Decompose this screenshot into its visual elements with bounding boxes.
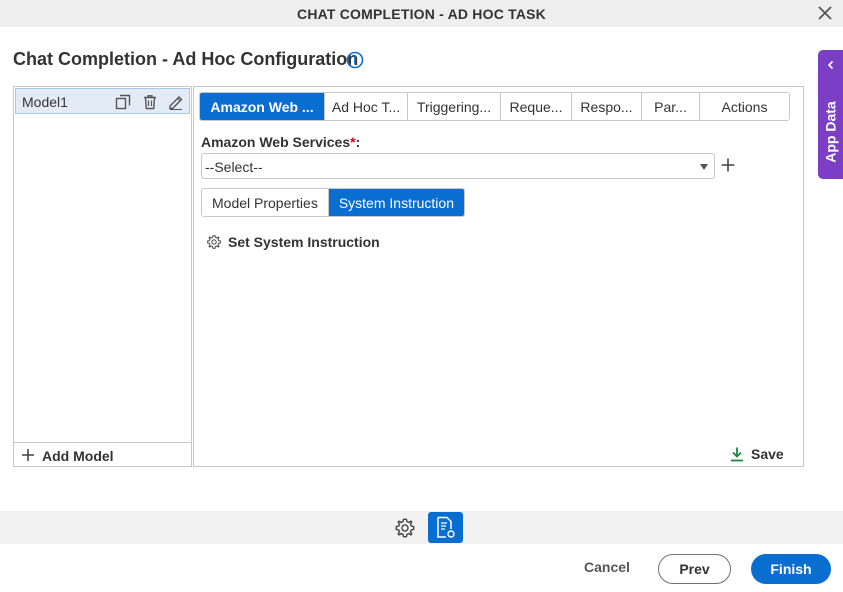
- aws-field-label: Amazon Web Services*:: [201, 134, 360, 150]
- subtab-model-properties[interactable]: Model Properties: [202, 189, 329, 216]
- download-icon: [731, 447, 743, 462]
- app-data-label: App Data: [823, 101, 840, 163]
- model-list-item[interactable]: Model1: [15, 88, 190, 114]
- form-settings-button[interactable]: [428, 512, 463, 543]
- window-title: CHAT COMPLETION - AD HOC TASK: [297, 5, 546, 22]
- save-button[interactable]: Save: [729, 445, 784, 463]
- cancel-button[interactable]: Cancel: [584, 559, 630, 575]
- aws-label-text: Amazon Web Services: [201, 134, 351, 150]
- chevron-left-icon: [827, 60, 834, 70]
- tab-ad-hoc-task[interactable]: Ad Hoc T...: [325, 93, 408, 120]
- configuration-panel: Amazon Web ... Ad Hoc T... Triggering...…: [193, 86, 804, 467]
- tab-request[interactable]: Reque...: [501, 93, 572, 120]
- prev-button[interactable]: Prev: [658, 554, 731, 584]
- add-model-label: Add Model: [42, 448, 114, 464]
- tab-actions[interactable]: Actions: [700, 93, 789, 120]
- edit-icon[interactable]: [167, 93, 185, 111]
- window-titlebar: CHAT COMPLETION - AD HOC TASK: [0, 0, 843, 27]
- footer-toolbar: [0, 511, 843, 544]
- model-list-panel: Model1 Add Model: [13, 86, 192, 467]
- save-label: Save: [751, 446, 784, 462]
- delete-icon[interactable]: [141, 93, 159, 111]
- dropdown-arrow-icon: [700, 164, 708, 170]
- close-icon[interactable]: [816, 4, 834, 22]
- set-system-instruction-label: Set System Instruction: [228, 234, 380, 250]
- settings-gear-icon[interactable]: [394, 517, 416, 539]
- finish-button[interactable]: Finish: [751, 554, 831, 584]
- tab-triggering[interactable]: Triggering...: [408, 93, 501, 120]
- tab-parameters[interactable]: Par...: [642, 93, 700, 120]
- aws-select-value: --Select--: [205, 159, 263, 175]
- aws-select[interactable]: --Select--: [201, 153, 715, 179]
- tab-amazon-web-services[interactable]: Amazon Web ...: [200, 93, 325, 120]
- document-settings-icon: [437, 516, 455, 538]
- info-icon[interactable]: [346, 51, 364, 69]
- config-tabs: Amazon Web ... Ad Hoc T... Triggering...…: [199, 92, 790, 121]
- app-data-tab[interactable]: App Data: [818, 50, 843, 179]
- page-title: Chat Completion - Ad Hoc Configuration: [13, 49, 359, 69]
- plus-icon: [22, 449, 34, 461]
- copy-icon[interactable]: [114, 93, 132, 111]
- add-aws-plus-icon[interactable]: [721, 158, 735, 172]
- gear-icon: [207, 235, 221, 249]
- set-system-instruction-link[interactable]: Set System Instruction: [206, 233, 380, 251]
- aws-label-colon: :: [355, 134, 361, 150]
- model-subtabs: Model Properties System Instruction: [201, 188, 465, 217]
- tab-response[interactable]: Respo...: [572, 93, 642, 120]
- subtab-system-instruction[interactable]: System Instruction: [328, 189, 464, 216]
- model-name: Model1: [22, 94, 68, 110]
- add-model-button[interactable]: Add Model: [14, 442, 191, 466]
